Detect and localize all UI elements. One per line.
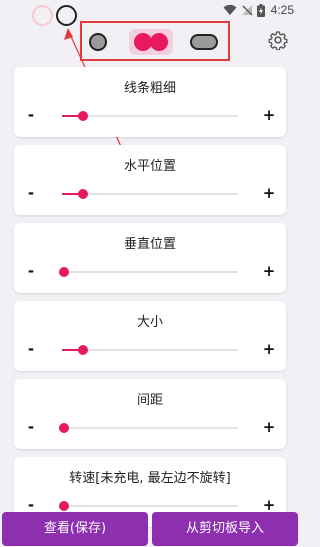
increase-button[interactable]: +: [262, 497, 276, 513]
slider-list: 线条粗细 - + 水平位置 - + 垂直位置 - + 大小 - + 间距 - + 转速[未充电, 最左边不旋转…: [14, 67, 286, 535]
gear-icon[interactable]: [268, 30, 288, 50]
slider-track[interactable]: [59, 423, 238, 433]
slider-card: 线条粗细 - +: [14, 67, 286, 137]
slider-card: 间距 - +: [14, 379, 286, 449]
double-dot-style-button[interactable]: [129, 29, 173, 55]
slider-card: 大小 - +: [14, 301, 286, 371]
decrease-button[interactable]: -: [24, 497, 38, 513]
slider-track[interactable]: [62, 189, 238, 199]
slider-track[interactable]: [62, 345, 238, 355]
double-dot-right-icon: [150, 33, 168, 51]
slider-card: 水平位置 - +: [14, 145, 286, 215]
pill-style-button[interactable]: [190, 29, 218, 55]
view-save-button[interactable]: 查看(保存): [2, 512, 148, 546]
dark-circle-preview[interactable]: [56, 5, 77, 26]
decrease-button[interactable]: -: [24, 341, 38, 357]
slider-track[interactable]: [59, 267, 238, 277]
increase-button[interactable]: +: [262, 419, 276, 435]
slider-thumb[interactable]: [59, 423, 69, 433]
slider-label: 大小: [136, 315, 163, 330]
increase-button[interactable]: +: [262, 185, 276, 201]
slider-thumb[interactable]: [78, 189, 88, 199]
signal-off-icon: [241, 5, 253, 16]
increase-button[interactable]: +: [262, 263, 276, 279]
decrease-button[interactable]: -: [24, 419, 38, 435]
slider-thumb[interactable]: [59, 501, 69, 511]
slider-track[interactable]: [59, 501, 238, 511]
style-selector: [80, 21, 230, 61]
single-dot-icon: [89, 33, 107, 51]
decrease-button[interactable]: -: [24, 263, 38, 279]
wifi-icon: [223, 4, 237, 15]
slider-thumb[interactable]: [59, 267, 69, 277]
slider-thumb[interactable]: [78, 111, 88, 121]
increase-button[interactable]: +: [262, 107, 276, 123]
pill-icon: [190, 34, 218, 50]
slider-label: 间距: [136, 393, 163, 408]
slider-label: 水平位置: [123, 159, 176, 174]
status-icons: 4:25: [223, 1, 294, 19]
slider-track[interactable]: [62, 111, 238, 121]
battery-charging-icon: [256, 3, 265, 17]
single-dot-style-button[interactable]: [89, 29, 107, 55]
slider-label: 线条粗细: [123, 81, 176, 96]
slider-label: 转速[未充电, 最左边不旋转]: [69, 471, 231, 486]
ghost-circle-preview: [32, 5, 53, 26]
decrease-button[interactable]: -: [24, 185, 38, 201]
decrease-button[interactable]: -: [24, 107, 38, 123]
slider-thumb[interactable]: [78, 345, 88, 355]
increase-button[interactable]: +: [262, 341, 276, 357]
clock-time: 4:25: [270, 3, 294, 17]
slider-label: 垂直位置: [123, 237, 176, 252]
import-clipboard-button[interactable]: 从剪切板导入: [152, 512, 298, 546]
slider-card: 垂直位置 - +: [14, 223, 286, 293]
